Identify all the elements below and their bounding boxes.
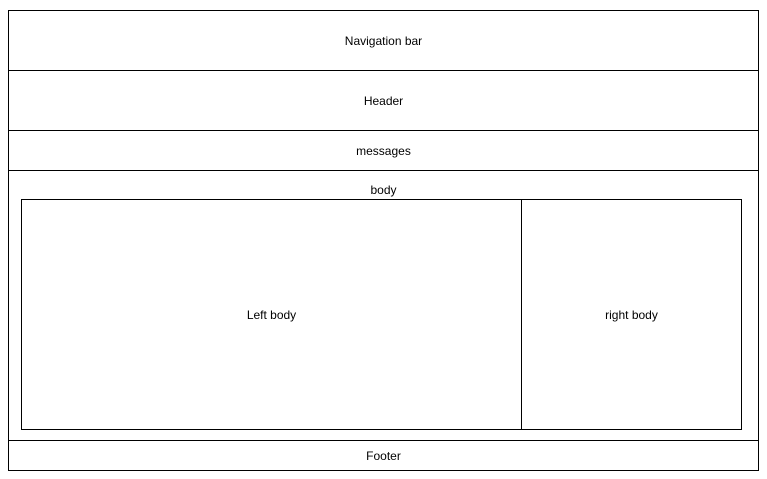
header-label: Header bbox=[363, 93, 404, 108]
messages-box: messages bbox=[8, 130, 759, 171]
footer-box: Footer bbox=[8, 440, 759, 471]
right-body-box: right body bbox=[521, 199, 742, 430]
navigation-bar-label: Navigation bar bbox=[344, 33, 423, 48]
header-box: Header bbox=[8, 70, 759, 131]
messages-label: messages bbox=[356, 143, 411, 158]
footer-label: Footer bbox=[366, 448, 401, 463]
right-body-label: right body bbox=[605, 307, 658, 322]
left-body-box: Left body bbox=[21, 199, 522, 430]
body-label: body bbox=[370, 183, 397, 197]
navigation-bar-box: Navigation bar bbox=[8, 10, 759, 71]
left-body-label: Left body bbox=[246, 307, 297, 322]
body-box: body Left body right body bbox=[8, 170, 759, 441]
